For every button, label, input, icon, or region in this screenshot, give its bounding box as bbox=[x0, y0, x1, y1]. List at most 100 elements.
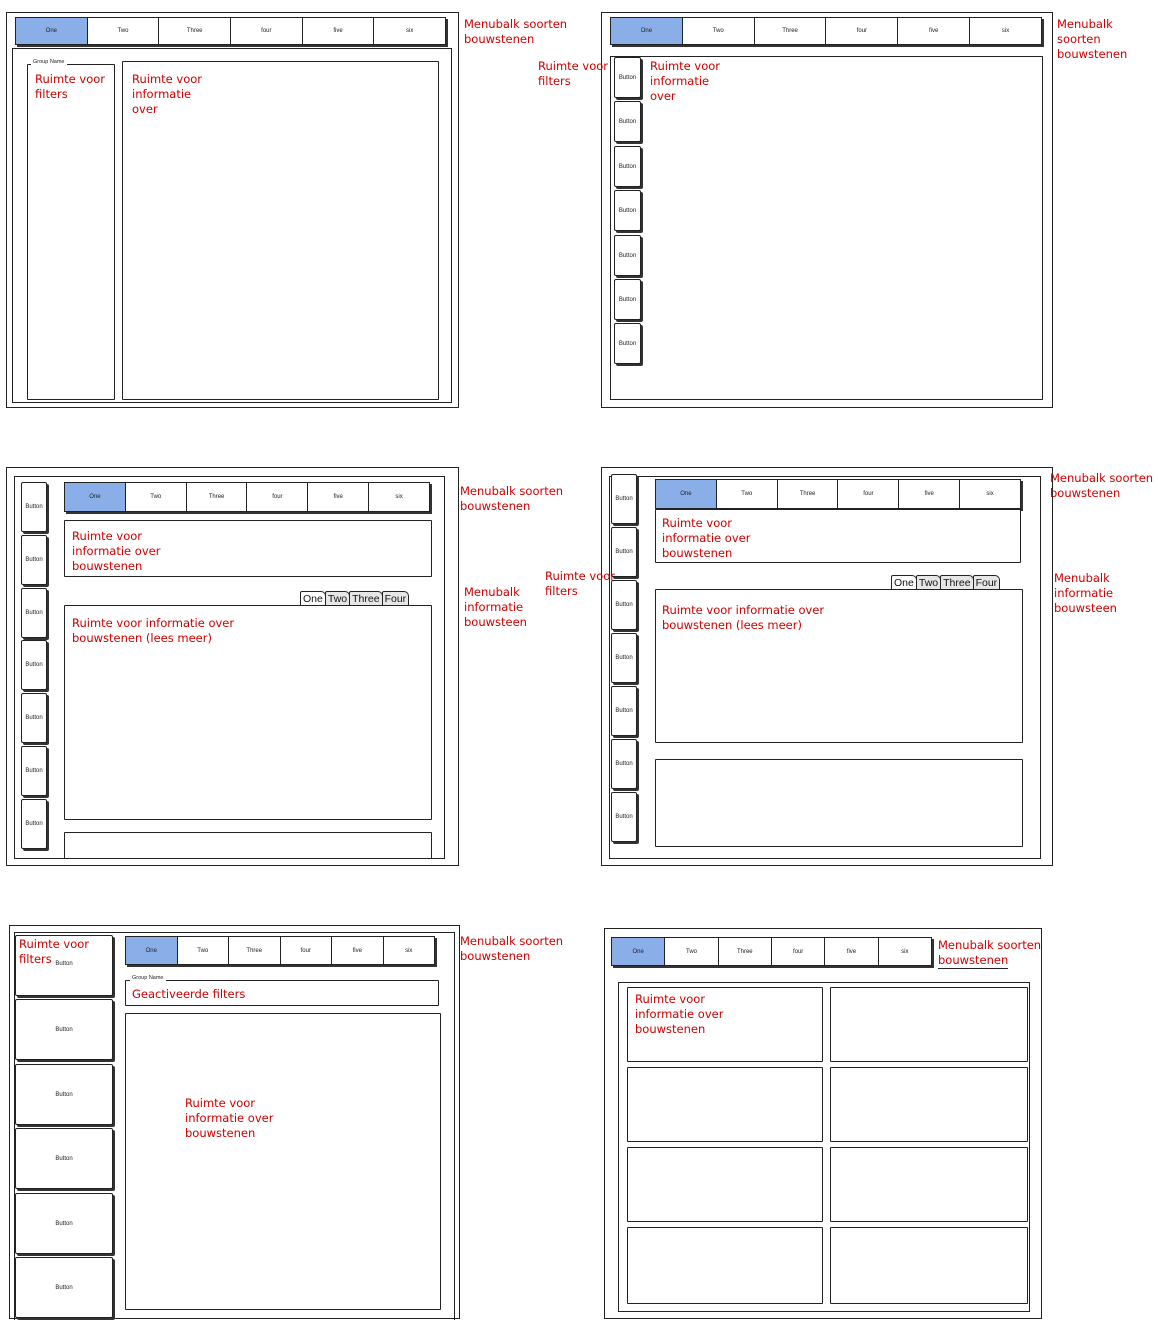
filter-button[interactable]: Button bbox=[614, 190, 641, 231]
note-ruimte-info-bouwstenen: Ruimte voor informatie over bouwstenen bbox=[635, 992, 724, 1036]
wireframe-3-menubar[interactable]: One Two Three four five six bbox=[64, 482, 430, 512]
note-menubalk-soorten: Menubalk soorten bouwstenen bbox=[460, 934, 564, 963]
note-geactiveerde-filters: Geactiveerde filters bbox=[132, 987, 246, 1001]
note-ruimte-info-lees-meer: Ruimte voor informatie over bouwstenen (… bbox=[662, 603, 825, 632]
note-ruimte-filters: Ruimte voor filters bbox=[35, 72, 106, 101]
filter-button[interactable]: Button bbox=[15, 1257, 113, 1318]
tab-one[interactable]: One bbox=[16, 18, 88, 44]
filter-button[interactable]: Button bbox=[611, 739, 637, 789]
wireframe-4-bottom-panel bbox=[655, 759, 1023, 847]
tab-three[interactable]: Three bbox=[229, 937, 281, 964]
note-ruimte-info-lees-meer: Ruimte voor informatie over bouwstenen (… bbox=[72, 616, 235, 645]
note-menubalk-informatie: Menubalk informatie bouwsteen bbox=[1054, 571, 1117, 615]
wireframe-3-bottom-panel bbox=[64, 832, 432, 859]
wireframe-6-card[interactable] bbox=[830, 1067, 1028, 1142]
tab-six[interactable]: six bbox=[960, 480, 1020, 508]
group-name-label: Group Name bbox=[130, 975, 166, 981]
filter-button[interactable]: Button bbox=[611, 633, 637, 683]
tab-two[interactable]: Two bbox=[88, 18, 160, 44]
wireframe-6-card[interactable] bbox=[627, 1067, 823, 1142]
tab-six[interactable]: six bbox=[970, 18, 1041, 44]
tab-five[interactable]: five bbox=[825, 938, 879, 965]
filter-button[interactable]: Button bbox=[614, 235, 641, 276]
section-tab-three[interactable]: Three bbox=[940, 575, 974, 589]
wireframe-6-card[interactable] bbox=[627, 1147, 823, 1222]
filter-button[interactable]: Button bbox=[15, 1128, 113, 1189]
tab-five[interactable]: five bbox=[332, 937, 384, 964]
tab-two[interactable]: Two bbox=[178, 937, 229, 964]
filter-button[interactable]: Button bbox=[614, 323, 641, 364]
section-tab-one[interactable]: One bbox=[891, 575, 917, 589]
wireframe-6-menubar[interactable]: One Two Three four five six bbox=[611, 937, 932, 966]
tab-six[interactable]: six bbox=[374, 18, 445, 44]
tab-six[interactable]: six bbox=[879, 938, 931, 965]
tab-one[interactable]: One bbox=[126, 937, 178, 964]
tab-one[interactable]: One bbox=[611, 18, 683, 44]
wireframe-6-card[interactable] bbox=[830, 1147, 1028, 1222]
section-tab-one[interactable]: One bbox=[300, 591, 326, 605]
tab-five[interactable]: five bbox=[899, 480, 961, 508]
tab-two[interactable]: Two bbox=[683, 18, 755, 44]
tab-four[interactable]: four bbox=[247, 483, 309, 511]
tab-one[interactable]: One bbox=[65, 483, 126, 511]
tab-five[interactable]: five bbox=[898, 18, 971, 44]
filter-button[interactable]: Button bbox=[614, 57, 641, 98]
wireframe-2-menubar[interactable]: One Two Three four five six bbox=[610, 17, 1042, 45]
tab-five[interactable]: five bbox=[308, 483, 370, 511]
tab-four[interactable]: four bbox=[281, 937, 332, 964]
tab-one[interactable]: One bbox=[656, 480, 717, 508]
filter-button[interactable]: Button bbox=[611, 792, 637, 842]
tab-two[interactable]: Two bbox=[717, 480, 778, 508]
filter-button[interactable]: Button bbox=[15, 1193, 113, 1254]
wireframe-6-card[interactable] bbox=[830, 987, 1028, 1062]
tab-four[interactable]: four bbox=[838, 480, 900, 508]
tab-three[interactable]: Three bbox=[719, 938, 772, 965]
section-tab-four[interactable]: Four bbox=[972, 575, 1001, 589]
tab-six[interactable]: six bbox=[384, 937, 435, 964]
tab-two[interactable]: Two bbox=[126, 483, 187, 511]
tab-three[interactable]: Three bbox=[159, 18, 232, 44]
wireframe-1-menubar[interactable]: One Two Three four five six bbox=[15, 17, 446, 45]
filter-button[interactable]: Button bbox=[21, 640, 47, 690]
note-menubalk-soorten-line-1: Menubalk soorten bbox=[938, 938, 1042, 952]
tab-four[interactable]: four bbox=[772, 938, 826, 965]
tab-three[interactable]: Three bbox=[187, 483, 248, 511]
note-ruimte-info-bouwstenen: Ruimte voor informatie over bouwstenen bbox=[185, 1096, 274, 1140]
tab-one[interactable]: One bbox=[612, 938, 666, 965]
filter-button[interactable]: Button bbox=[21, 693, 47, 743]
tab-four[interactable]: four bbox=[826, 18, 899, 44]
tab-two[interactable]: Two bbox=[665, 938, 719, 965]
wireframe-6-card[interactable] bbox=[627, 1227, 823, 1304]
section-tab-two[interactable]: Two bbox=[324, 591, 351, 605]
filter-button[interactable]: Button bbox=[611, 474, 637, 524]
filter-button[interactable]: Button bbox=[614, 146, 641, 187]
filter-button[interactable]: Button bbox=[614, 279, 641, 320]
wireframe-4-menubar[interactable]: One Two Three four five six bbox=[655, 479, 1021, 509]
filter-button[interactable]: Button bbox=[21, 482, 47, 532]
tab-six[interactable]: six bbox=[369, 483, 429, 511]
wireframe-5-menubar[interactable]: One Two Three four five six bbox=[125, 936, 435, 965]
section-tab-two[interactable]: Two bbox=[915, 575, 942, 589]
filter-button[interactable]: Button bbox=[614, 101, 641, 142]
wireframe-6-card[interactable] bbox=[830, 1227, 1028, 1304]
note-menubalk-soorten: Menubalk soorten bouwstenen bbox=[1057, 17, 1128, 61]
filter-button[interactable]: Button bbox=[15, 999, 113, 1060]
tab-three[interactable]: Three bbox=[755, 18, 827, 44]
filter-button[interactable]: Button bbox=[21, 746, 47, 796]
section-tab-three[interactable]: Three bbox=[349, 591, 383, 605]
note-ruimte-filters: Ruimte voor filters bbox=[538, 59, 609, 88]
note-menubalk-soorten-line-2: bouwstenen bbox=[938, 953, 1009, 969]
filter-button[interactable]: Button bbox=[21, 799, 47, 849]
tab-three[interactable]: Three bbox=[778, 480, 839, 508]
tab-five[interactable]: five bbox=[303, 18, 375, 44]
wireframe-4-section-tabs[interactable]: One Two Three Four bbox=[891, 571, 1001, 589]
wireframe-3-section-tabs[interactable]: One Two Three Four bbox=[300, 587, 410, 605]
filter-button[interactable]: Button bbox=[15, 1064, 113, 1125]
note-ruimte-info-over: Ruimte voor informatie over bbox=[650, 59, 721, 103]
tab-four[interactable]: four bbox=[231, 18, 303, 44]
filter-button[interactable]: Button bbox=[21, 588, 47, 638]
section-tab-four[interactable]: Four bbox=[381, 591, 410, 605]
filter-button[interactable]: Button bbox=[611, 686, 637, 736]
filter-button[interactable]: Button bbox=[21, 535, 47, 585]
note-ruimte-info-bouwstenen: Ruimte voor informatie over bouwstenen bbox=[662, 516, 751, 560]
